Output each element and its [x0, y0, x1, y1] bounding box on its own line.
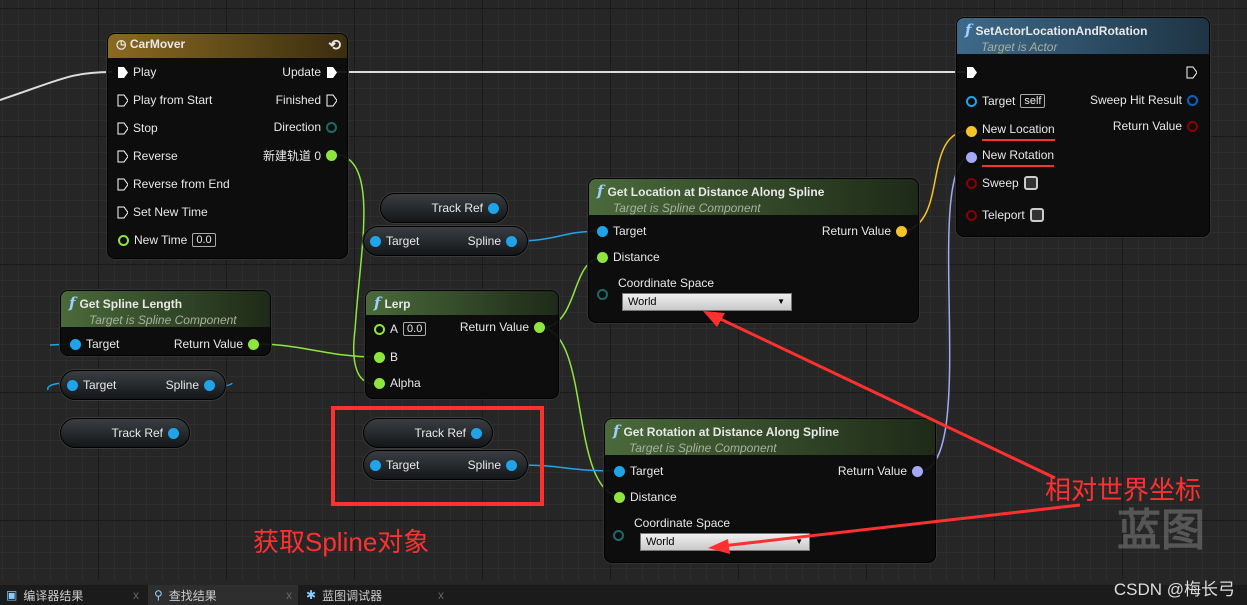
tab-label: 蓝图调试器 — [322, 588, 383, 603]
tab-label: 查找结果 — [168, 588, 217, 603]
search-icon: ⚲ — [154, 588, 163, 602]
tab-compiler-results[interactable]: ▣ 编译器结果 x — [0, 585, 145, 605]
close-icon[interactable]: x — [438, 588, 444, 602]
credit-watermark: CSDN @梅长弓 — [1113, 580, 1235, 599]
bottom-tab-bar: ▣ 编译器结果 x ⚲ 查找结果 x ✱ 蓝图调试器 x — [0, 585, 1247, 605]
tab-blueprint-debugger[interactable]: ✱ 蓝图调试器 x — [300, 585, 450, 605]
close-icon[interactable]: x — [286, 588, 292, 602]
debugger-icon: ✱ — [306, 588, 317, 602]
tab-find-results[interactable]: ⚲ 查找结果 x — [148, 585, 298, 605]
compiler-icon: ▣ — [6, 588, 18, 602]
annotation-arrows — [703, 311, 1081, 554]
tab-label: 编译器结果 — [23, 588, 84, 603]
close-icon[interactable]: x — [133, 588, 139, 602]
